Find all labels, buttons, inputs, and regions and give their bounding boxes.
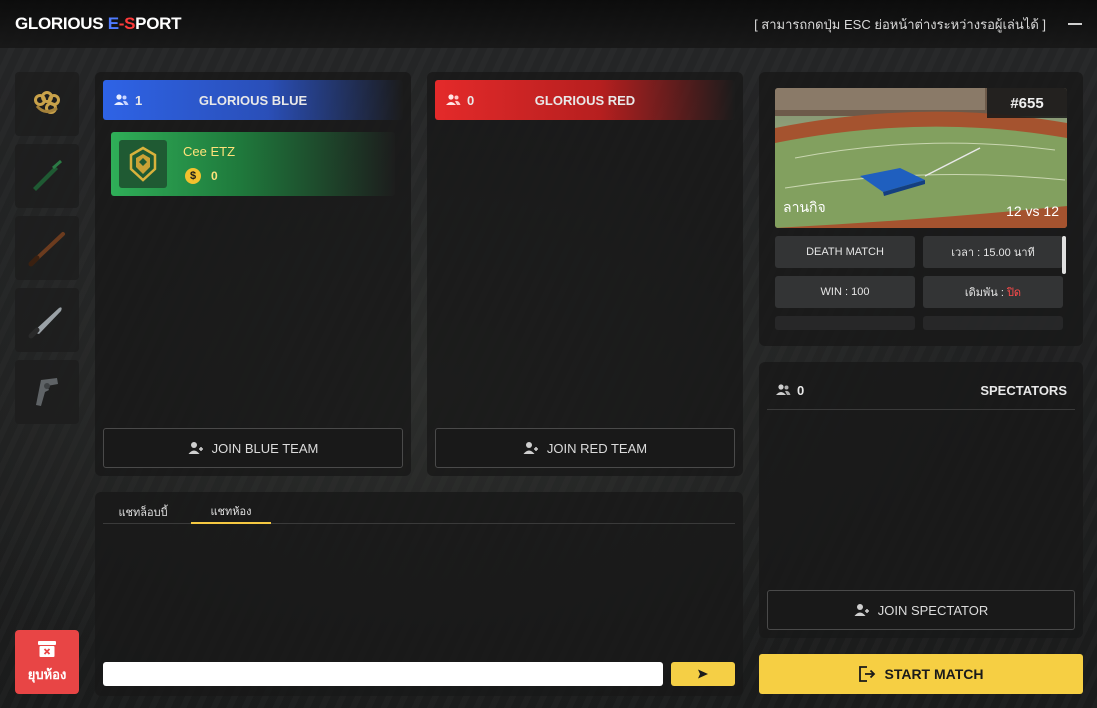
machete-icon bbox=[28, 307, 62, 339]
esc-notice: [ สามารถกดปุ่ม ESC ย่อหน้าต่างระหว่างรอผ… bbox=[754, 16, 1046, 32]
player-name: Cee ETZ bbox=[183, 144, 236, 159]
bet-setting: เดิมพัน : ปิด bbox=[923, 276, 1063, 308]
win-score: WIN : 100 bbox=[775, 276, 915, 308]
revolver-icon bbox=[36, 378, 58, 406]
blue-team-header: 1 GLORIOUS BLUE bbox=[103, 80, 403, 120]
info-scrollbar[interactable] bbox=[1062, 236, 1066, 274]
weapon-slot-brass-knuckles[interactable] bbox=[15, 72, 79, 136]
weapon-slot-revolver[interactable] bbox=[15, 360, 79, 424]
avatar bbox=[119, 140, 167, 188]
tab-room-chat[interactable]: แชทห้อง bbox=[191, 500, 271, 524]
red-team-name: GLORIOUS RED bbox=[534, 92, 636, 108]
map-name: ลานกิจ bbox=[783, 199, 826, 215]
red-team-header: 0 GLORIOUS RED bbox=[435, 80, 735, 120]
blue-team-count: 1 bbox=[135, 92, 143, 108]
start-match-label: START MATCH bbox=[884, 666, 984, 682]
coin-icon: $ bbox=[185, 168, 201, 184]
join-spectator-label: JOIN SPECTATOR bbox=[877, 602, 989, 618]
game-mode: DEATH MATCH bbox=[775, 236, 915, 268]
tab-lobby-chat[interactable]: แชทล็อบบี้ bbox=[103, 500, 183, 524]
bet-value: ปิด bbox=[1006, 287, 1022, 299]
info-cell-partial-right bbox=[923, 316, 1063, 330]
divider bbox=[767, 409, 1075, 410]
users-icon bbox=[446, 94, 461, 105]
red-team-count: 0 bbox=[467, 92, 475, 108]
top-bar: GLORIOUS E-SPORT [ สามารถกดปุ่ม ESC ย่อห… bbox=[0, 0, 1097, 48]
disband-room-button[interactable]: ยุบห้อง bbox=[15, 630, 79, 694]
start-match-button[interactable]: START MATCH bbox=[759, 654, 1083, 694]
bat-icon bbox=[28, 232, 65, 267]
user-plus-icon bbox=[523, 442, 538, 454]
player-money: 0 bbox=[211, 169, 218, 183]
user-plus-icon bbox=[854, 604, 869, 616]
users-icon bbox=[776, 384, 791, 395]
minimize-button[interactable] bbox=[1068, 23, 1082, 25]
spectators-header: 0 SPECTATORS bbox=[775, 380, 1067, 400]
log-in-icon bbox=[859, 666, 876, 682]
brass-knuckles-icon bbox=[34, 91, 60, 114]
chat-tabs: แชทล็อบบี้ แชทห้อง bbox=[103, 500, 735, 524]
map-id: #655 bbox=[987, 88, 1067, 118]
spectators-title: SPECTATORS bbox=[980, 382, 1067, 398]
join-red-team-button[interactable]: JOIN RED TEAM bbox=[435, 428, 735, 468]
join-blue-team-button[interactable]: JOIN BLUE TEAM bbox=[103, 428, 403, 468]
bet-label: เดิมพัน : bbox=[964, 287, 1004, 299]
disband-room-label: ยุบห้อง bbox=[27, 666, 67, 682]
red-team-panel bbox=[427, 72, 743, 476]
join-blue-team-label: JOIN BLUE TEAM bbox=[211, 440, 319, 456]
bottle-icon bbox=[33, 159, 62, 191]
join-red-team-label: JOIN RED TEAM bbox=[546, 440, 648, 456]
blue-team-name: GLORIOUS BLUE bbox=[198, 92, 308, 108]
join-spectator-button[interactable]: JOIN SPECTATOR bbox=[767, 590, 1075, 630]
weapon-slot-bat[interactable] bbox=[15, 216, 79, 280]
chat-input[interactable] bbox=[103, 662, 663, 686]
info-cell-partial-left bbox=[775, 316, 915, 330]
weapon-slot-machete[interactable] bbox=[15, 288, 79, 352]
user-plus-icon bbox=[188, 442, 203, 454]
spectators-count: 0 bbox=[797, 382, 805, 398]
archive-x-icon bbox=[38, 640, 56, 657]
map-team-size: 12 vs 12 bbox=[1006, 203, 1059, 219]
users-icon bbox=[114, 94, 129, 105]
app-logo: GLORIOUS E-SPORT bbox=[15, 14, 182, 33]
match-time: เวลา : 15.00 นาที bbox=[923, 236, 1063, 268]
rank-emblem-icon bbox=[129, 146, 157, 182]
weapon-slot-bottle[interactable] bbox=[15, 144, 79, 208]
play-icon bbox=[698, 669, 708, 679]
send-button[interactable] bbox=[671, 662, 735, 686]
player-card[interactable]: Cee ETZ $ 0 bbox=[111, 132, 395, 196]
map-preview: #655 ลานกิจ 12 vs 12 bbox=[775, 88, 1067, 228]
